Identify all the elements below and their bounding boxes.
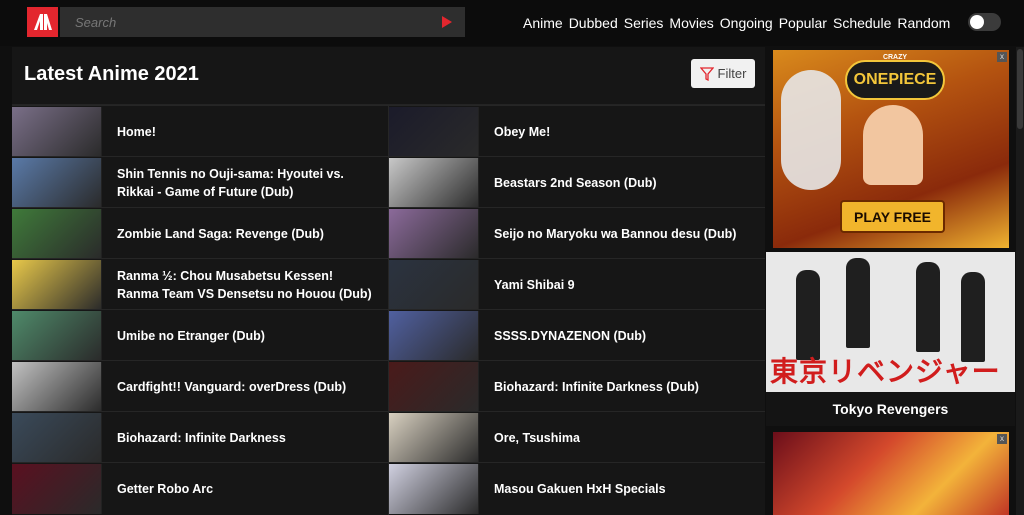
nav-link-anime[interactable]: Anime: [523, 15, 563, 31]
anime-card[interactable]: Umibe no Etranger (Dub): [12, 310, 388, 361]
anime-title[interactable]: Home!: [117, 123, 377, 141]
nav-link-series[interactable]: Series: [624, 15, 664, 31]
anime-title[interactable]: Ranma ½: Chou Musabetsu Kessen! Ranma Te…: [117, 267, 377, 303]
anime-thumbnail[interactable]: [389, 463, 479, 514]
nav-link-ongoing[interactable]: Ongoing: [720, 15, 773, 31]
anime-title[interactable]: Getter Robo Arc: [117, 480, 377, 498]
anime-title[interactable]: Ore, Tsushima: [494, 429, 754, 447]
site-logo[interactable]: [27, 7, 58, 37]
scrollbar-thumb[interactable]: [1017, 49, 1023, 129]
main-nav: Anime Dubbed Series Movies Ongoing Popular Sch…: [523, 0, 956, 46]
ad-brand-logo: CRAZY ONEPIECE: [845, 54, 945, 100]
anime-title[interactable]: Umibe no Etranger (Dub): [117, 327, 377, 345]
panel-header: Latest Anime 2021 Filter: [12, 47, 765, 105]
anime-card[interactable]: Biohazard: Infinite Darkness: [12, 412, 388, 463]
anime-thumbnail[interactable]: [12, 310, 102, 361]
list-row: Biohazard: Infinite Darkness Ore, Tsushim…: [12, 411, 765, 463]
anime-card[interactable]: Masou Gakuen HxH Specials: [389, 463, 765, 514]
logo-icon: [33, 14, 52, 30]
anime-card[interactable]: Beastars 2nd Season (Dub): [389, 157, 765, 208]
list-row: Ranma ½: Chou Musabetsu Kessen! Ranma Te…: [12, 258, 765, 310]
featured-figure: [796, 270, 820, 360]
nav-link-dubbed[interactable]: Dubbed: [569, 15, 618, 31]
ad-brand-text: ONEPIECE: [853, 71, 937, 88]
anime-card[interactable]: SSSS.DYNAZENON (Dub): [389, 310, 765, 361]
filter-label: Filter: [717, 66, 747, 81]
anime-thumbnail[interactable]: [389, 361, 479, 412]
anime-card[interactable]: Zombie Land Saga: Revenge (Dub): [12, 208, 388, 259]
list-row: Getter Robo Arc Masou Gakuen HxH Specials: [12, 462, 765, 514]
anime-card[interactable]: Obey Me!: [389, 106, 765, 157]
top-bar: Anime Dubbed Series Movies Ongoing Popular Sch…: [0, 0, 1024, 46]
nav-link-random[interactable]: Random: [897, 15, 950, 31]
list-row: Home! Obey Me!: [12, 105, 765, 157]
featured-logo: 東京リベンジャーズ: [770, 356, 1001, 387]
nav-link-popular[interactable]: Popular: [779, 15, 827, 31]
anime-thumbnail[interactable]: [12, 106, 102, 157]
theme-toggle[interactable]: [968, 13, 1001, 31]
toggle-knob: [970, 15, 984, 29]
list-row: Zombie Land Saga: Revenge (Dub) Seijo no …: [12, 207, 765, 259]
featured-figure: [916, 262, 940, 352]
anime-thumbnail[interactable]: [12, 361, 102, 412]
ad-brand-small: CRAZY: [882, 54, 908, 61]
search-input[interactable]: [75, 14, 435, 30]
ad-banner-onepiece[interactable]: CRAZY ONEPIECE PLAY FREE x: [773, 50, 1009, 248]
featured-figure: [961, 272, 985, 362]
anime-thumbnail[interactable]: [12, 208, 102, 259]
anime-thumbnail[interactable]: [389, 310, 479, 361]
search-bar: [60, 7, 465, 37]
list-row: Shin Tennis no Ouji-sama: Hyoutei vs. Ri…: [12, 156, 765, 208]
filter-button[interactable]: Filter: [691, 59, 755, 88]
anime-thumbnail[interactable]: [389, 259, 479, 310]
nav-link-movies[interactable]: Movies: [669, 15, 713, 31]
anime-thumbnail[interactable]: [389, 106, 479, 157]
anime-thumbnail[interactable]: [12, 412, 102, 463]
anime-title[interactable]: Biohazard: Infinite Darkness: [117, 429, 377, 447]
anime-thumbnail[interactable]: [389, 412, 479, 463]
anime-card[interactable]: Seijo no Maryoku wa Bannou desu (Dub): [389, 208, 765, 259]
latest-anime-panel: Latest Anime 2021 Filter Home! Obey Me! Sh…: [12, 47, 765, 515]
anime-card[interactable]: Ranma ½: Chou Musabetsu Kessen! Ranma Te…: [12, 259, 388, 310]
anime-title[interactable]: Yami Shibai 9: [494, 276, 754, 294]
ad-close-icon[interactable]: x: [997, 52, 1007, 62]
anime-card[interactable]: Yami Shibai 9: [389, 259, 765, 310]
page-title: Latest Anime 2021: [24, 63, 199, 85]
anime-title[interactable]: Shin Tennis no Ouji-sama: Hyoutei vs. Ri…: [117, 165, 377, 201]
featured-title[interactable]: Tokyo Revengers: [766, 392, 1015, 426]
anime-title[interactable]: Beastars 2nd Season (Dub): [494, 174, 754, 192]
anime-card[interactable]: Cardfight!! Vanguard: overDress (Dub): [12, 361, 388, 412]
search-submit-icon[interactable]: [442, 16, 452, 28]
sidebar: CRAZY ONEPIECE PLAY FREE x 東京リベンジャーズ Tok…: [766, 47, 1015, 515]
ad-character-image: [781, 70, 841, 190]
anime-thumbnail[interactable]: [12, 259, 102, 310]
anime-thumbnail[interactable]: [389, 208, 479, 259]
anime-title[interactable]: Zombie Land Saga: Revenge (Dub): [117, 225, 377, 243]
anime-card[interactable]: Getter Robo Arc: [12, 463, 388, 514]
ad-banner-secondary[interactable]: x: [773, 432, 1009, 515]
nav-link-schedule[interactable]: Schedule: [833, 15, 891, 31]
ad-hero-image: [863, 105, 923, 185]
anime-thumbnail[interactable]: [389, 157, 479, 208]
anime-title[interactable]: Seijo no Maryoku wa Bannou desu (Dub): [494, 225, 754, 243]
anime-card[interactable]: Home!: [12, 106, 388, 157]
anime-card[interactable]: Biohazard: Infinite Darkness (Dub): [389, 361, 765, 412]
featured-anime-image[interactable]: 東京リベンジャーズ: [766, 252, 1015, 392]
anime-title[interactable]: Masou Gakuen HxH Specials: [494, 480, 754, 498]
ad-close-icon[interactable]: x: [997, 434, 1007, 444]
page-scrollbar[interactable]: [1016, 47, 1024, 515]
anime-title[interactable]: SSSS.DYNAZENON (Dub): [494, 327, 754, 345]
play-free-button[interactable]: PLAY FREE: [840, 200, 945, 233]
anime-thumbnail[interactable]: [12, 157, 102, 208]
featured-figure: [846, 258, 870, 348]
anime-thumbnail[interactable]: [12, 463, 102, 514]
filter-icon: [699, 66, 714, 81]
list-row: Cardfight!! Vanguard: overDress (Dub) Bio…: [12, 360, 765, 412]
anime-card[interactable]: Shin Tennis no Ouji-sama: Hyoutei vs. Ri…: [12, 157, 388, 208]
anime-card[interactable]: Ore, Tsushima: [389, 412, 765, 463]
anime-title[interactable]: Obey Me!: [494, 123, 754, 141]
anime-title[interactable]: Cardfight!! Vanguard: overDress (Dub): [117, 378, 377, 396]
anime-title[interactable]: Biohazard: Infinite Darkness (Dub): [494, 378, 754, 396]
list-row: Umibe no Etranger (Dub) SSSS.DYNAZENON (D…: [12, 309, 765, 361]
